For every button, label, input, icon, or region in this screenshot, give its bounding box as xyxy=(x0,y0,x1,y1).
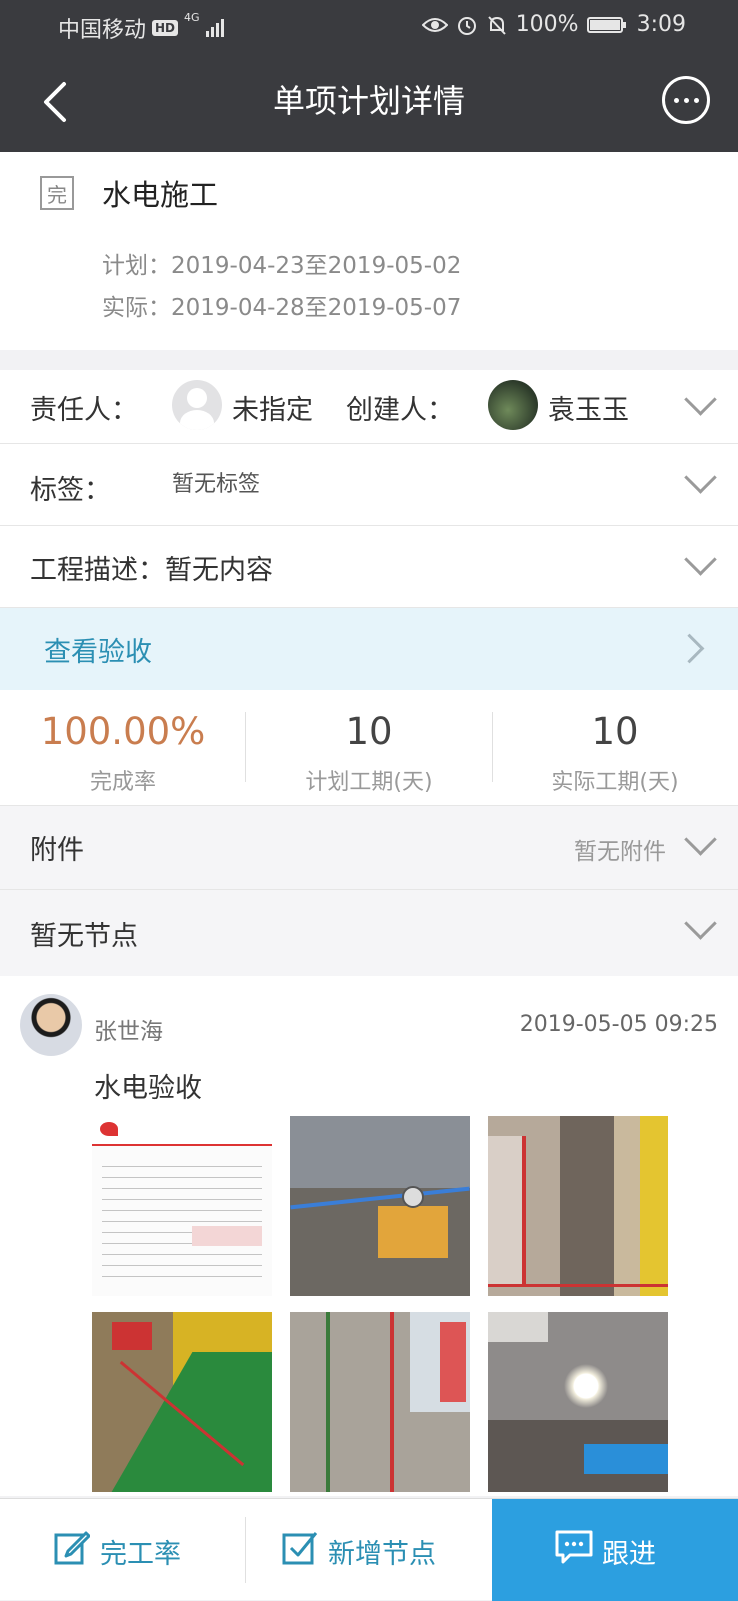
chevron-right-icon xyxy=(674,633,705,664)
post-text: 水电验收 xyxy=(94,1073,202,1104)
status-right: 100% 3:09 xyxy=(421,12,686,37)
stat-planned-duration: 10 计划工期(天) xyxy=(246,690,492,806)
photo-pressure-test-pump[interactable] xyxy=(290,1116,470,1296)
page-title: 单项计划详情 xyxy=(272,82,465,120)
add-node-button[interactable]: 新增节点 xyxy=(246,1499,492,1601)
description-label: 工程描述：暂无内容 xyxy=(30,555,273,586)
hd-badge: HD xyxy=(152,20,179,36)
chevron-down-icon[interactable] xyxy=(684,383,717,416)
chat-icon xyxy=(555,1530,593,1564)
mute-bell-icon xyxy=(487,15,506,35)
tab-label: 跟进 xyxy=(602,1539,656,1570)
actual-range: 2019-04-28至2019-05-07 xyxy=(171,295,462,321)
battery-percent: 100% xyxy=(515,12,579,37)
plan-dates: 计划：2019-04-23至2019-05-02 xyxy=(102,246,461,280)
plan-range: 2019-04-23至2019-05-02 xyxy=(171,253,462,279)
stats-panel: 100.00% 完成率 10 计划工期(天) 10 实际工期(天) xyxy=(0,690,738,806)
avatar[interactable] xyxy=(20,994,82,1056)
eye-icon xyxy=(421,17,448,32)
stat-value: 10 xyxy=(591,710,639,753)
carrier-label: 中国移动 xyxy=(58,18,147,43)
status-badge: 完 xyxy=(40,176,74,210)
acceptance-label: 查看验收 xyxy=(44,637,152,668)
stat-value: 100.00% xyxy=(40,710,206,753)
completion-rate-button[interactable]: 完工率 xyxy=(0,1499,246,1601)
tag-label: 标签： xyxy=(30,475,111,506)
edit-icon xyxy=(54,1531,90,1565)
nav-bar: 单项计划详情 xyxy=(0,52,738,152)
clock: 3:09 xyxy=(636,12,686,37)
owner-avatar xyxy=(172,380,222,430)
post-author: 张世海 xyxy=(94,1019,163,1045)
stat-value: 10 xyxy=(345,710,393,753)
task-name: 水电施工 xyxy=(102,178,219,212)
photo-inspection-sheet[interactable] xyxy=(92,1116,272,1296)
owner-label: 责任人： xyxy=(30,395,138,426)
status-left: 中国移动 HD 4G xyxy=(58,12,224,44)
check-square-icon xyxy=(282,1532,318,1565)
stat-completion-rate: 100.00% 完成率 xyxy=(0,690,246,806)
actual-label: 实际： xyxy=(102,295,171,321)
signal-icon xyxy=(205,19,224,37)
more-options-icon[interactable] xyxy=(662,76,710,124)
feed-post: 张世海 2019-05-05 09:25 水电验收 xyxy=(0,976,738,1496)
creator-avatar xyxy=(488,380,538,430)
post-time: 2019-05-05 09:25 xyxy=(519,1012,718,1037)
tag-row[interactable]: 标签： 暂无标签 xyxy=(0,444,738,526)
description-row[interactable]: 工程描述：暂无内容 xyxy=(0,526,738,608)
creator-name: 袁玉玉 xyxy=(548,395,629,426)
nodes-row[interactable]: 暂无节点 xyxy=(0,890,738,976)
photo-floor-conduits[interactable] xyxy=(92,1312,272,1492)
stat-caption: 计划工期(天) xyxy=(305,770,433,795)
creator-label: 创建人： xyxy=(346,395,454,426)
chevron-down-icon[interactable] xyxy=(684,823,717,856)
follow-up-button[interactable]: 跟进 xyxy=(492,1499,738,1601)
plan-label: 计划： xyxy=(102,253,171,279)
photo-room-red-pipes[interactable] xyxy=(488,1116,668,1296)
actual-dates: 实际：2019-04-28至2019-05-07 xyxy=(102,288,461,322)
attachments-label: 附件 xyxy=(30,835,84,866)
task-header: 完 水电施工 计划：2019-04-23至2019-05-02 实际：2019-… xyxy=(0,152,738,350)
battery-icon xyxy=(586,16,626,33)
bottom-action-bar: 完工率 新增节点 跟进 xyxy=(0,1498,738,1601)
tab-label: 完工率 xyxy=(100,1539,181,1570)
tab-label: 新增节点 xyxy=(328,1539,436,1570)
attachments-value: 暂无附件 xyxy=(574,839,666,865)
photo-wall-pipes[interactable] xyxy=(290,1312,470,1492)
stat-actual-duration: 10 实际工期(天) xyxy=(492,690,738,806)
nodes-label: 暂无节点 xyxy=(30,921,138,952)
photo-ceiling-lamp[interactable] xyxy=(488,1312,668,1492)
owner-name: 未指定 xyxy=(232,395,313,426)
chevron-down-icon[interactable] xyxy=(684,907,717,940)
alarm-icon xyxy=(457,16,476,35)
network-label: 4G xyxy=(184,11,200,24)
stat-caption: 实际工期(天) xyxy=(551,770,679,795)
stat-caption: 完成率 xyxy=(89,770,156,795)
tag-value: 暂无标签 xyxy=(172,472,261,497)
chevron-down-icon[interactable] xyxy=(684,461,717,494)
status-bar: 中国移动 HD 4G 100% 3:09 xyxy=(0,0,738,52)
chevron-down-icon[interactable] xyxy=(684,543,717,576)
owner-row[interactable]: 责任人： 未指定 创建人： 袁玉玉 xyxy=(0,370,738,444)
attachments-row[interactable]: 附件 暂无附件 xyxy=(0,806,738,890)
view-acceptance-link[interactable]: 查看验收 xyxy=(0,608,738,690)
